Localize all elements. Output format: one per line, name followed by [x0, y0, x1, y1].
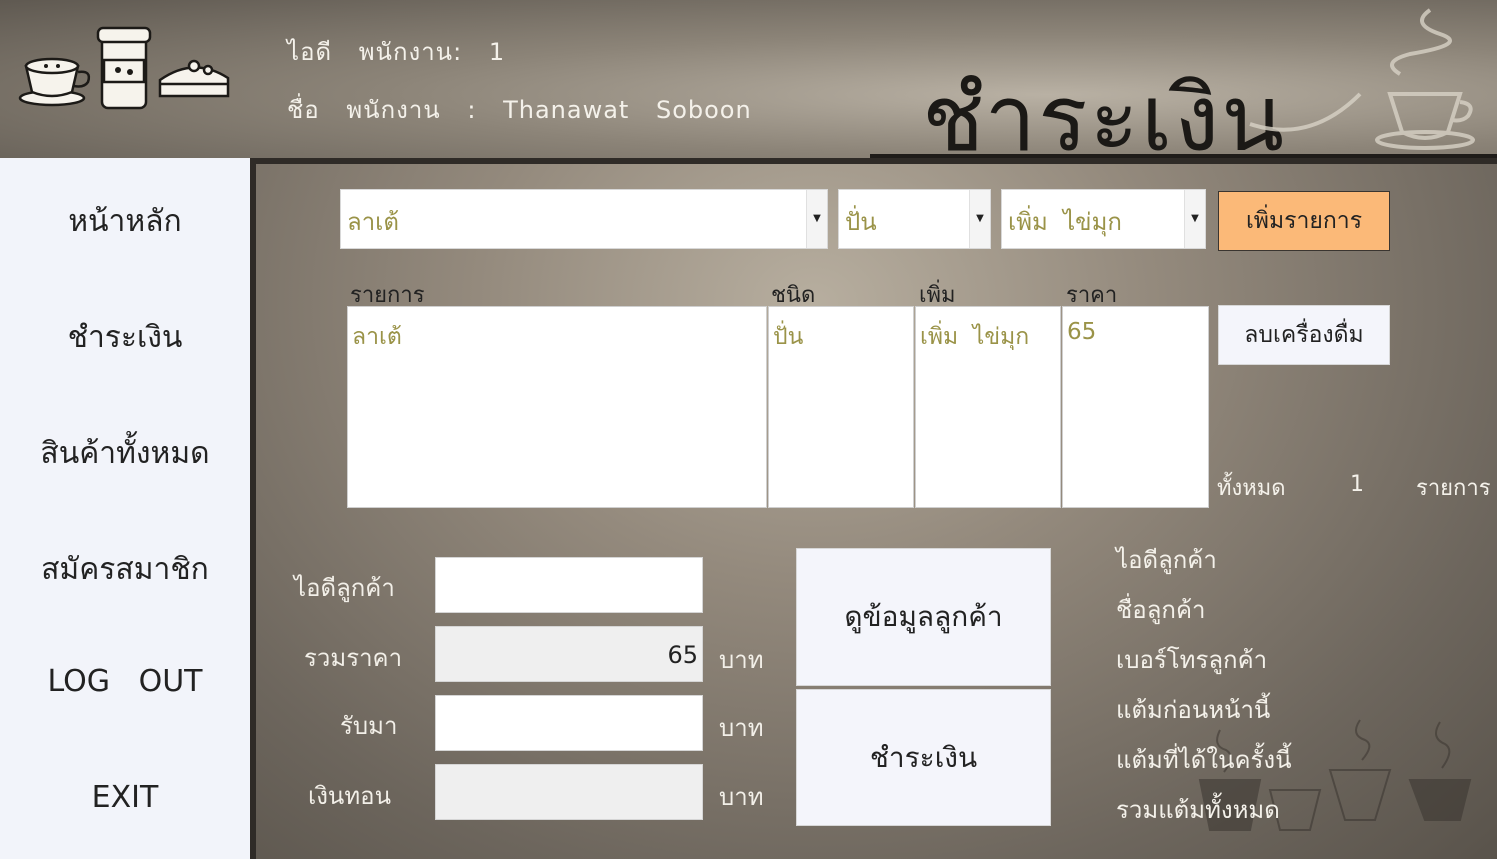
coffee-logo-icon — [18, 26, 230, 110]
info-customer-name-label: ชื่อลูกค้า — [1116, 596, 1206, 624]
extra-list[interactable]: เพิ่ม ไข่มุก — [915, 306, 1061, 508]
info-customer-phone-label: เบอร์โทรลูกค้า — [1116, 646, 1268, 674]
add-item-button[interactable]: เพิ่มรายการ — [1218, 191, 1390, 251]
type-select[interactable]: ปั่น ▼ — [838, 189, 991, 249]
employee-name-label-suffix: พนักงาน — [346, 96, 441, 124]
employee-first-name: Thanawat — [503, 96, 630, 124]
total-price-field: 65 — [435, 626, 703, 682]
received-label: รับมา — [340, 712, 398, 740]
pay-button[interactable]: ชำระเงิน — [796, 689, 1051, 826]
total-price-unit: บาท — [719, 646, 764, 674]
change-label: เงินทอน — [308, 782, 391, 810]
total-items-unit: รายการ — [1416, 476, 1491, 501]
sidebar-item-exit[interactable]: EXIT — [0, 780, 250, 815]
header-bar: ไอดี พนักงาน: 1 ชื่อ พนักงาน : Thanawat … — [0, 0, 1497, 172]
type-select-value: ปั่น — [845, 208, 877, 236]
drink-select[interactable]: ลาเต้ ▼ — [340, 189, 828, 249]
change-field — [435, 764, 703, 820]
info-customer-id-label: ไอดีลูกค้า — [1116, 546, 1217, 574]
sidebar-nav: หน้าหลัก ชำระเงิน สินค้าทั้งหมด สมัครสมา… — [0, 158, 250, 859]
list-item[interactable]: เพิ่ม ไข่มุก — [920, 319, 1029, 355]
employee-name-separator: : — [467, 96, 477, 124]
info-previous-points-label: แต้มก่อนหน้านี้ — [1116, 696, 1271, 724]
chevron-down-icon[interactable]: ▼ — [969, 190, 990, 248]
total-items-label: ทั้งหมด — [1217, 476, 1286, 501]
total-price-label: รวมราคา — [304, 644, 403, 672]
topping-select[interactable]: เพิ่ม ไข่มุก ▼ — [1001, 189, 1206, 249]
sidebar-item-logout[interactable]: LOG OUT — [0, 664, 250, 699]
change-unit: บาท — [719, 783, 764, 811]
type-list[interactable]: ปั่น — [768, 306, 914, 508]
employee-id-line: ไอดี พนักงาน: 1 — [287, 32, 523, 71]
received-unit: บาท — [719, 714, 764, 742]
list-item[interactable]: ปั่น — [773, 319, 803, 355]
employee-id-value: 1 — [488, 38, 506, 66]
item-list[interactable]: ลาเต้ — [347, 306, 767, 508]
received-input[interactable] — [435, 695, 703, 751]
sidebar-item-register-member[interactable]: สมัครสมาชิก — [0, 546, 250, 593]
sidebar-item-home[interactable]: หน้าหลัก — [0, 198, 250, 245]
info-earned-points-label: แต้มที่ได้ในครั้งนี้ — [1116, 746, 1292, 774]
info-total-points-label: รวมแต้มทั้งหมด — [1116, 796, 1280, 824]
price-list[interactable]: 65 — [1062, 306, 1209, 508]
chevron-down-icon[interactable]: ▼ — [806, 190, 827, 248]
employee-id-label: ไอดี — [287, 38, 333, 66]
customer-id-input[interactable] — [435, 557, 703, 613]
steaming-cup-icon — [1249, 8, 1475, 150]
total-items-count: 1 — [1350, 472, 1364, 497]
employee-name-line: ชื่อ พนักงาน : Thanawat Soboon — [287, 90, 770, 129]
customer-id-label: ไอดีลูกค้า — [294, 574, 395, 602]
list-item[interactable]: 65 — [1067, 319, 1096, 345]
sidebar-item-all-products[interactable]: สินค้าทั้งหมด — [0, 430, 250, 477]
employee-last-name: Soboon — [655, 96, 752, 124]
employee-name-label: ชื่อ — [287, 96, 320, 124]
employee-id-label-suffix: พนักงาน: — [358, 38, 463, 66]
view-customer-button[interactable]: ดูข้อมูลลูกค้า — [796, 548, 1051, 686]
drink-select-value: ลาเต้ — [347, 208, 399, 236]
list-item[interactable]: ลาเต้ — [352, 319, 402, 355]
delete-drink-button[interactable]: ลบเครื่องดื่ม — [1218, 305, 1390, 365]
chevron-down-icon[interactable]: ▼ — [1184, 190, 1205, 248]
sidebar-item-payment[interactable]: ชำระเงิน — [0, 314, 250, 361]
topping-select-value: เพิ่ม ไข่มุก — [1008, 208, 1122, 236]
